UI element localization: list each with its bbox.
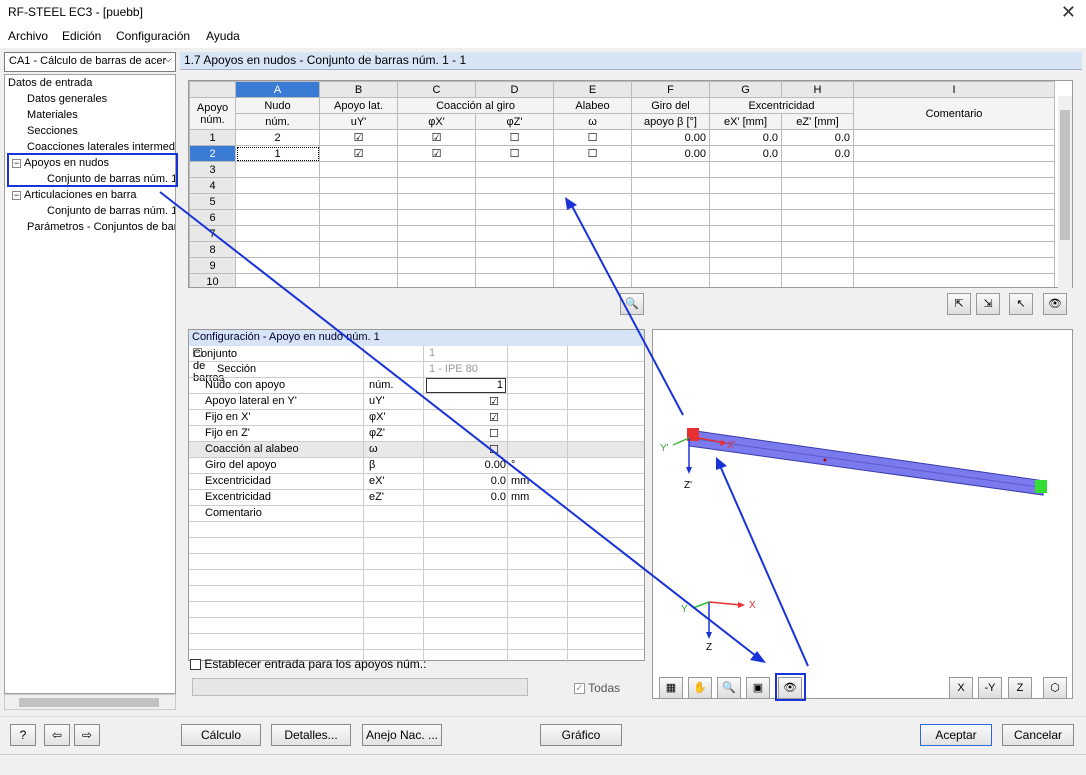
calculo-button[interactable]: Cálculo — [181, 724, 261, 746]
next-icon[interactable]: ⇨ — [74, 724, 100, 746]
aceptar-button[interactable]: Aceptar — [920, 724, 992, 746]
status-bar — [0, 754, 1086, 775]
previous-icon[interactable]: ⇦ — [44, 724, 70, 746]
anejo-button[interactable]: Anejo Nac. ... — [362, 724, 442, 746]
bottom-bar: ? ⇦ ⇨ Cálculo Detalles... Anejo Nac. ...… — [0, 716, 1086, 754]
grafico-button[interactable]: Gráfico — [540, 724, 622, 746]
detalles-button[interactable]: Detalles... — [271, 724, 351, 746]
annotation-arrows — [159, 191, 809, 667]
cancelar-button[interactable]: Cancelar — [1002, 724, 1074, 746]
help-icon[interactable]: ? — [10, 724, 36, 746]
